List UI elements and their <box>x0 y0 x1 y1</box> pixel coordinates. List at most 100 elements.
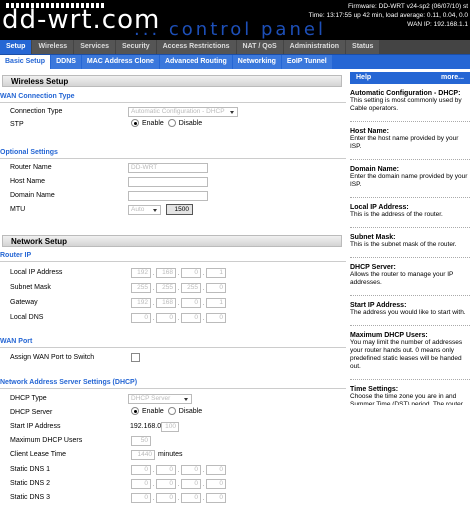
help-item-text: Choose the time zone you are in and Summ… <box>350 393 470 405</box>
subtab-mac-address-clone[interactable]: MAC Address Clone <box>81 55 159 69</box>
firmware-version: Firmware: DD-WRT v24-sp2 (06/07/10) st <box>347 3 468 10</box>
dhcp-enable-label: Enable <box>142 407 164 415</box>
lease-time-input[interactable]: 1440 <box>131 450 155 460</box>
subtab-advanced-routing[interactable]: Advanced Routing <box>159 55 232 69</box>
stp-disable-radio[interactable] <box>167 119 176 127</box>
help-more-link[interactable]: more... <box>441 72 464 84</box>
start-ip-last-octet[interactable]: 100 <box>161 422 179 432</box>
mtu-value-input[interactable]: 1500 <box>166 204 193 215</box>
ip-octet[interactable]: 0 <box>131 313 151 323</box>
local-ip-label: Local IP Address <box>10 269 63 276</box>
help-item-title: Subnet Mask: <box>350 234 396 241</box>
subtab-ddns[interactable]: DDNS <box>51 55 81 69</box>
ip-octet[interactable]: 0 <box>206 283 226 293</box>
local-dns-input[interactable]: 0. 0. 0. 0 <box>131 313 226 323</box>
subtab-networking[interactable]: Networking <box>232 55 281 69</box>
ip-octet[interactable]: 255 <box>181 283 201 293</box>
subnet-mask-input[interactable]: 255. 255. 255. 0 <box>131 283 226 293</box>
help-item-text: This is the address of the router. <box>350 211 470 228</box>
help-item-title: Local IP Address: <box>350 204 409 211</box>
stp-enable-radio[interactable] <box>131 119 139 127</box>
help-sidebar: Help more... Automatic Configuration - DH… <box>350 72 470 405</box>
lease-time-unit: minutes <box>158 451 183 458</box>
tab-status[interactable]: Status <box>346 40 380 54</box>
static-dns2-input[interactable]: 0. 0. 0. 0 <box>131 479 226 489</box>
help-item-text: This setting is most commonly used by Ca… <box>350 97 470 122</box>
ip-octet[interactable]: 0 <box>206 479 226 489</box>
tab-setup[interactable]: Setup <box>0 40 32 54</box>
divider <box>0 347 346 348</box>
ip-octet[interactable]: 1 <box>206 298 226 308</box>
help-title: Help <box>356 74 372 81</box>
gateway-input[interactable]: 192. 168. 0. 1 <box>131 298 226 308</box>
stp-radio-group: Enable Disable <box>131 119 206 127</box>
ip-octet[interactable]: 0 <box>181 479 201 489</box>
ip-octet[interactable]: 0 <box>181 493 201 503</box>
ip-octet[interactable]: 0 <box>181 298 201 308</box>
ip-octet[interactable]: 255 <box>131 283 151 293</box>
mtu-label: MTU <box>10 206 26 213</box>
static-dns3-label: Static DNS 3 <box>10 494 51 501</box>
help-item-title: Domain Name: <box>350 166 400 173</box>
max-users-row: Maximum DHCP Users <box>10 434 340 447</box>
ip-octet[interactable]: 1 <box>206 268 226 278</box>
ip-octet[interactable]: 168 <box>156 268 176 278</box>
router-name-input[interactable]: DD-WRT <box>128 163 208 173</box>
host-name-input[interactable] <box>128 177 208 187</box>
domain-name-input[interactable] <box>128 191 208 201</box>
ip-octet[interactable]: 0 <box>181 465 201 475</box>
ip-octet[interactable]: 0 <box>156 313 176 323</box>
ip-octet[interactable]: 0 <box>181 268 201 278</box>
ip-octet[interactable]: 0 <box>131 493 151 503</box>
tab-access-restrictions[interactable]: Access Restrictions <box>156 40 236 54</box>
tab-wireless[interactable]: Wireless <box>32 40 74 54</box>
ip-octet[interactable]: 0 <box>156 465 176 475</box>
connection-type-select[interactable]: Automatic Configuration - DHCP <box>128 107 238 117</box>
ip-octet[interactable]: 192 <box>131 298 151 308</box>
ip-octet[interactable]: 168 <box>156 298 176 308</box>
subtab-basic-setup[interactable]: Basic Setup <box>0 55 51 69</box>
router-ip-title: Router IP <box>0 252 32 259</box>
host-name-label: Host Name <box>10 178 46 185</box>
static-dns1-input[interactable]: 0. 0. 0. 0 <box>131 465 226 475</box>
dhcp-enable-radio[interactable] <box>131 407 139 415</box>
max-users-input[interactable]: 50 <box>131 436 151 446</box>
domain-name-label: Domain Name <box>10 192 55 199</box>
dhcp-type-select[interactable]: DHCP Server <box>128 394 192 404</box>
ip-octet[interactable]: 0 <box>181 313 201 323</box>
header-banner: dd-wrt.com ... control panel Firmware: D… <box>0 0 470 40</box>
divider <box>0 261 346 262</box>
stp-disable-label: Disable <box>178 119 203 127</box>
static-dns3-input[interactable]: 0. 0. 0. 0 <box>131 493 226 503</box>
dhcp-disable-radio[interactable] <box>167 407 176 415</box>
assign-wan-checkbox[interactable] <box>131 353 140 362</box>
ip-octet[interactable]: 255 <box>156 283 176 293</box>
dhcp-server-radio-group: Enable Disable <box>131 407 206 415</box>
ip-octet[interactable]: 0 <box>206 493 226 503</box>
tab-administration[interactable]: Administration <box>283 40 346 54</box>
tab-services[interactable]: Services <box>74 40 115 54</box>
ip-octet[interactable]: 192 <box>131 268 151 278</box>
ip-octet[interactable]: 0 <box>131 479 151 489</box>
wan-connection-type-title: WAN Connection Type <box>0 93 75 100</box>
help-item-title: Automatic Configuration - DHCP: <box>350 90 461 97</box>
ip-octet[interactable]: 0 <box>156 479 176 489</box>
uptime-text: Time: 13:17:55 up 42 min, load average: … <box>308 12 468 19</box>
firmware-info: Firmware: DD-WRT v24-sp2 (06/07/10) st T… <box>309 2 468 29</box>
ip-octet[interactable]: 0 <box>131 465 151 475</box>
help-item-text: Allows the router to manage your IP addr… <box>350 271 470 296</box>
divider <box>0 158 346 159</box>
tab-security[interactable]: Security <box>116 40 156 54</box>
mtu-mode-select[interactable]: Auto <box>128 205 161 215</box>
help-item-title: DHCP Server: <box>350 264 396 271</box>
ip-octet[interactable]: 0 <box>206 465 226 475</box>
help-item-title: Start IP Address: <box>350 302 407 309</box>
ip-octet[interactable]: 0 <box>156 493 176 503</box>
dhcp-disable-label: Disable <box>178 407 203 415</box>
assign-wan-row: Assign WAN Port to Switch <box>10 351 340 364</box>
help-item-text: Enter the host name provided by your ISP… <box>350 135 470 160</box>
subtab-eoip-tunnel[interactable]: EoIP Tunnel <box>281 55 332 69</box>
tab-nat-qos[interactable]: NAT / QoS <box>236 40 283 54</box>
ip-octet[interactable]: 0 <box>206 313 226 323</box>
local-ip-input[interactable]: 192. 168. 0. 1 <box>131 268 226 278</box>
